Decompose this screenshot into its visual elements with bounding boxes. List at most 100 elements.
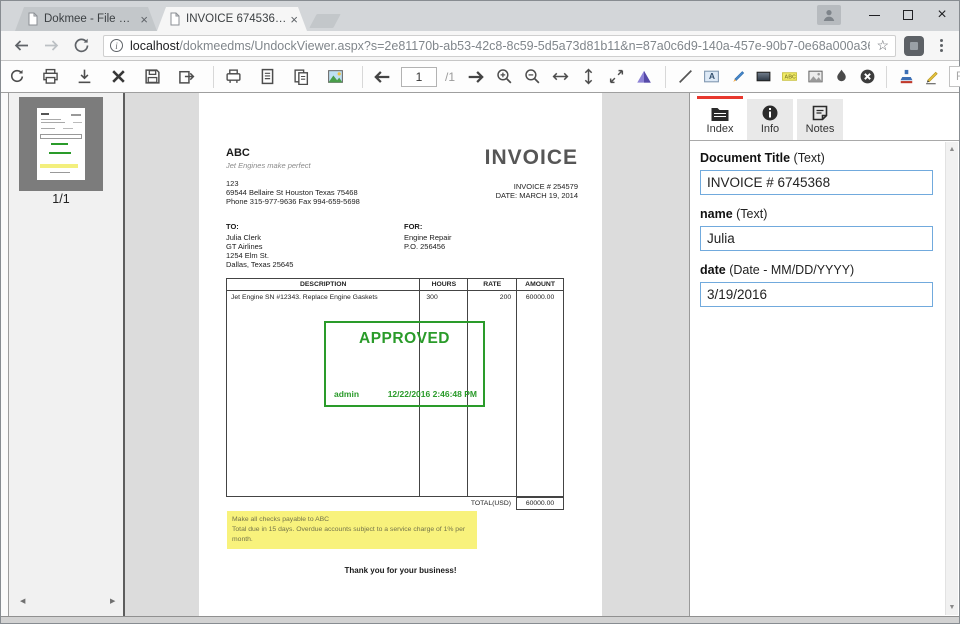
for-block: FOR: Engine Repair P.O. 256456 xyxy=(404,222,452,269)
fit-height-icon[interactable] xyxy=(579,68,597,86)
stamp-user: admin xyxy=(334,389,359,399)
tab-label: Info xyxy=(761,123,779,135)
fit-width-icon[interactable] xyxy=(551,68,569,86)
tab-close-icon[interactable]: × xyxy=(287,12,301,27)
index-panel: Index Info Notes Document Title (Text) xyxy=(689,93,959,616)
new-tab-button[interactable] xyxy=(309,14,340,28)
line-tool-icon[interactable] xyxy=(676,68,694,86)
stamp-datetime: 12/22/2016 2:46:48 PM xyxy=(388,389,477,399)
svg-text:A: A xyxy=(708,71,714,81)
page-favicon-icon xyxy=(27,12,39,26)
forward-icon[interactable] xyxy=(39,34,63,58)
invoice-page: ABC Jet Engines make perfect 123 69544 B… xyxy=(199,93,602,616)
tab-notes[interactable]: Notes xyxy=(797,99,843,140)
thumbnail-page-label: 1/1 xyxy=(19,192,103,206)
titlebar: Dokmee - File Explorer × INVOICE 6745368… xyxy=(1,1,959,31)
field-label-document-title: Document Title (Text) xyxy=(700,151,933,165)
tab-title: Dokmee - File Explorer xyxy=(44,13,137,25)
pen-tool-icon[interactable] xyxy=(728,68,746,86)
date-field[interactable] xyxy=(700,282,933,307)
rotate-icon[interactable] xyxy=(635,68,653,86)
tabstrip: Dokmee - File Explorer × INVOICE 6745368… xyxy=(15,7,337,31)
tab-label: Notes xyxy=(806,123,835,135)
signature-tool-icon[interactable] xyxy=(923,68,941,86)
back-icon[interactable] xyxy=(9,34,33,58)
redact-rectangle-icon[interactable] xyxy=(754,68,772,86)
tab-file-explorer[interactable]: Dokmee - File Explorer × xyxy=(15,7,157,31)
folder-icon xyxy=(710,105,730,122)
download-icon[interactable] xyxy=(75,68,93,86)
delete-icon[interactable] xyxy=(109,68,127,86)
total-row: TOTAL(USD) 60000.00 xyxy=(226,497,564,510)
page-info-icon[interactable]: i xyxy=(110,39,123,52)
full-screen-icon[interactable] xyxy=(607,68,625,86)
tab-label: Index xyxy=(707,123,734,135)
zoom-out-icon[interactable] xyxy=(523,68,541,86)
thumbnail-hscrollbar[interactable]: ◀ ▶ xyxy=(20,596,118,607)
burn-annotations-icon[interactable] xyxy=(832,68,850,86)
find-input[interactable] xyxy=(949,66,960,87)
thumbnail-preview xyxy=(37,108,85,180)
browser-menu-icon[interactable] xyxy=(934,39,949,52)
company-address: 123 69544 Bellaire St Houston Texas 7546… xyxy=(226,179,360,206)
approved-stamp: APPROVED admin 12/22/2016 2:46:48 PM xyxy=(324,321,485,407)
url-field[interactable]: i localhost/dokmeedms/UndockViewer.aspx?… xyxy=(103,35,896,57)
tab-close-icon[interactable]: × xyxy=(137,12,151,27)
copy-pages-icon[interactable] xyxy=(292,68,310,86)
svg-text:ABC: ABC xyxy=(784,75,796,81)
page-number-input[interactable] xyxy=(401,67,437,87)
invoice-meta: INVOICE # 254579 DATE: MARCH 19, 2014 xyxy=(485,182,578,200)
browser-window: Dokmee - File Explorer × INVOICE 6745368… xyxy=(0,0,960,624)
document-title-field[interactable] xyxy=(700,170,933,195)
extension-icon[interactable] xyxy=(904,36,924,56)
field-label-date: date (Date - MM/DD/YYYY) xyxy=(700,263,933,277)
view-text-icon[interactable] xyxy=(258,68,276,86)
panel-vscrollbar[interactable]: ▲ ▼ xyxy=(945,142,958,615)
page-total-label: /1 xyxy=(445,70,455,84)
page-favicon-icon xyxy=(169,12,181,26)
prev-page-icon[interactable] xyxy=(373,68,391,86)
minimize-button[interactable] xyxy=(857,2,891,28)
save-icon[interactable] xyxy=(143,68,161,86)
document-viewport[interactable]: ABC Jet Engines make perfect 123 69544 B… xyxy=(123,93,689,616)
name-field[interactable] xyxy=(700,226,933,251)
bill-to-block: TO: Julia Clerk GT Airlines 1254 Elm St.… xyxy=(226,222,404,269)
tab-info[interactable]: Info xyxy=(747,99,793,140)
remove-annotation-icon[interactable] xyxy=(858,68,876,86)
viewer-toolbar: /1 A ABC xyxy=(1,61,959,93)
refresh-icon[interactable] xyxy=(7,68,25,86)
left-rail xyxy=(1,93,9,616)
scan-icon[interactable] xyxy=(224,68,242,86)
reload-icon[interactable] xyxy=(69,34,93,58)
company-name: ABC xyxy=(226,147,360,159)
close-button[interactable]: × xyxy=(925,2,959,28)
bookmark-star-icon[interactable]: ☆ xyxy=(876,37,889,54)
scroll-left-icon[interactable]: ◀ xyxy=(20,596,28,607)
tab-index[interactable]: Index xyxy=(697,96,743,140)
notes-icon xyxy=(811,104,829,122)
scroll-down-icon[interactable]: ▼ xyxy=(946,604,958,611)
page-thumbnail[interactable] xyxy=(19,97,103,191)
zoom-in-icon[interactable] xyxy=(495,68,513,86)
footer-message: Thank you for your business! xyxy=(199,566,602,575)
field-label-name: name (Text) xyxy=(700,207,933,221)
next-page-icon[interactable] xyxy=(467,68,485,86)
maximize-button[interactable] xyxy=(891,2,925,28)
export-icon[interactable] xyxy=(177,68,195,86)
view-photo-icon[interactable] xyxy=(326,68,344,86)
tab-invoice-pdf[interactable]: INVOICE 6745368.pdf × xyxy=(157,7,307,31)
highlight-tool-icon[interactable]: ABC xyxy=(780,68,798,86)
address-bar: i localhost/dokmeedms/UndockViewer.aspx?… xyxy=(1,31,959,61)
text-annotation-icon[interactable]: A xyxy=(702,68,720,86)
panel-tabs: Index Info Notes xyxy=(690,93,959,140)
scroll-right-icon[interactable]: ▶ xyxy=(110,596,118,607)
print-icon[interactable] xyxy=(41,68,59,86)
image-annotation-icon[interactable] xyxy=(806,68,824,86)
window-controls: × xyxy=(817,1,959,29)
scroll-up-icon[interactable]: ▲ xyxy=(946,146,958,153)
profile-button[interactable] xyxy=(817,5,841,25)
stamp-tool-icon[interactable] xyxy=(897,68,915,86)
url-text: localhost/dokmeedms/UndockViewer.aspx?s=… xyxy=(130,39,870,53)
tab-title: INVOICE 6745368.pdf xyxy=(186,13,287,25)
window-bottom-edge xyxy=(1,616,959,623)
